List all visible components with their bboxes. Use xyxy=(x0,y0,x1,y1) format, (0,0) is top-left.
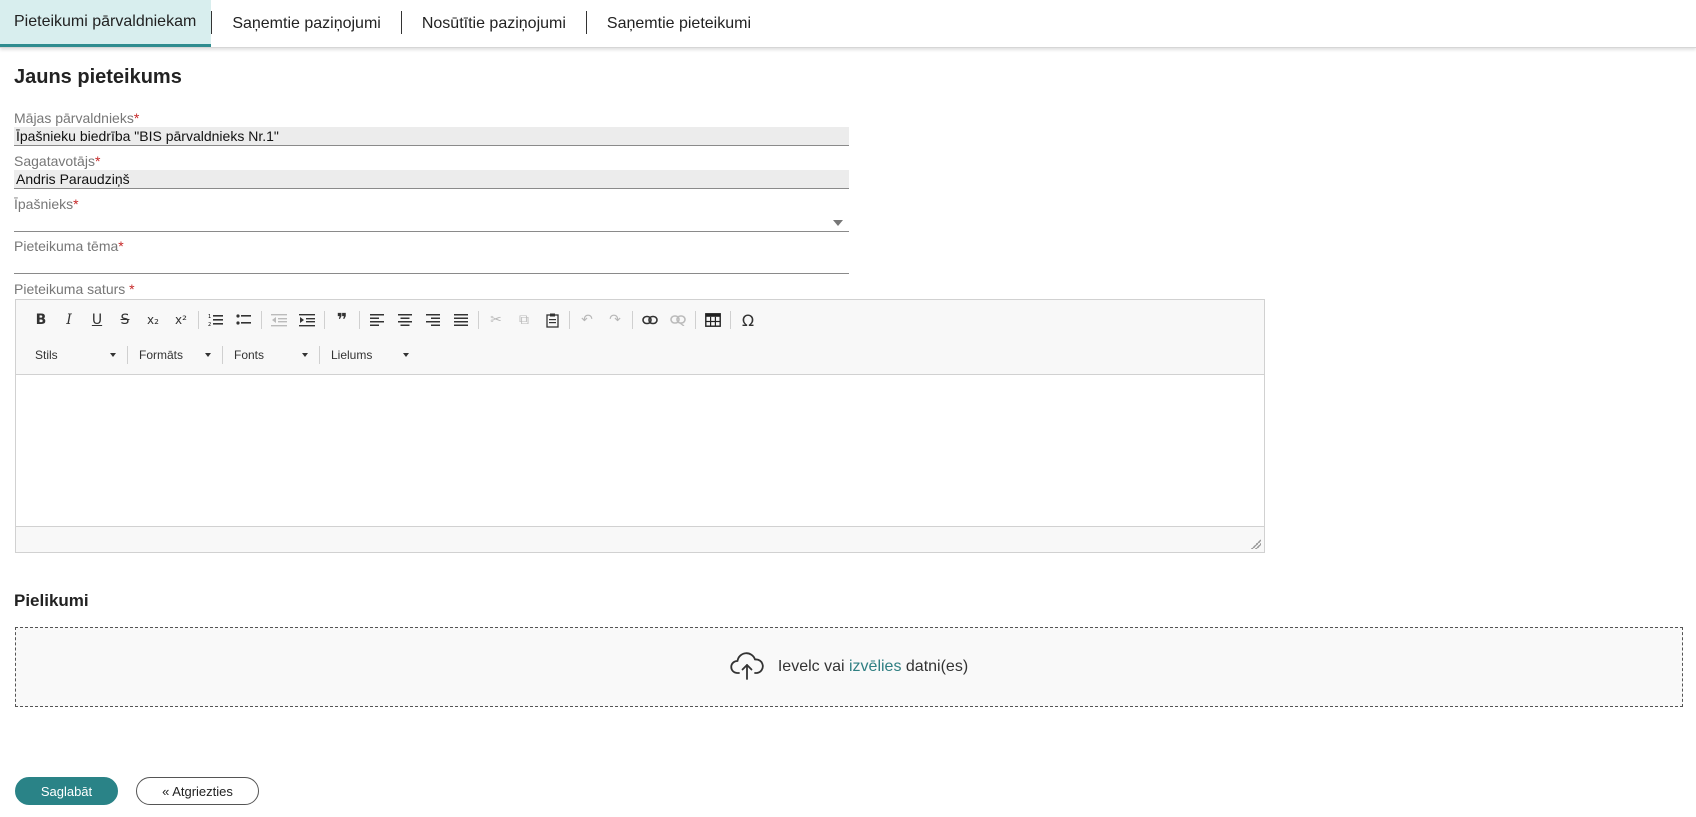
blockquote-icon[interactable]: ❞ xyxy=(328,308,356,332)
chevron-down-icon xyxy=(302,353,308,357)
toolbar-divider xyxy=(730,311,731,329)
required-mark: * xyxy=(94,153,101,169)
required-mark: * xyxy=(118,238,124,254)
bullet-list-icon[interactable] xyxy=(230,308,258,332)
manager-label: Mājas pārvaldnieks xyxy=(14,110,134,126)
owner-select[interactable] xyxy=(14,213,849,232)
subject-field: Pieteikuma tēma* xyxy=(14,238,849,274)
toolbar-row-combos: Stils Formāts Fonts Lielums xyxy=(27,343,417,367)
toolbar-divider xyxy=(319,346,320,364)
style-combo-label: Stils xyxy=(35,348,58,362)
rich-text-editor: B I U S x₂ x² 12 ❞ ✂ ⧉ ↶ ↷ Ω Stils Formā… xyxy=(15,299,1265,553)
attachments-title: Pielikumi xyxy=(14,591,89,610)
toolbar-divider xyxy=(695,311,696,329)
dropzone-prefix: Ievelc vai xyxy=(777,658,849,675)
toolbar-divider xyxy=(222,346,223,364)
owner-label: Īpašnieks xyxy=(14,196,74,212)
back-button[interactable]: « Atgriezties xyxy=(136,777,259,805)
table-icon[interactable] xyxy=(699,308,727,332)
page-title: Jauns pieteikums xyxy=(14,66,182,88)
chevron-down-icon xyxy=(205,353,211,357)
toolbar-divider xyxy=(198,311,199,329)
font-combo-label: Fonts xyxy=(234,348,265,362)
preparer-input[interactable]: Andris Paraudziņš xyxy=(14,170,849,189)
content-label: Pieteikuma saturs xyxy=(14,281,126,297)
tab-received-requests[interactable]: Saņemtie pieteikumi xyxy=(587,0,771,47)
link-icon[interactable] xyxy=(636,308,664,332)
cloud-upload-icon xyxy=(730,651,764,684)
chevron-down-icon xyxy=(403,353,409,357)
svg-text:1: 1 xyxy=(208,314,211,320)
cut-icon[interactable]: ✂ xyxy=(482,308,510,332)
toolbar-row-buttons: B I U S x₂ x² 12 ❞ ✂ ⧉ ↶ ↷ Ω xyxy=(27,308,762,332)
preparer-label: Sagatavotājs xyxy=(14,153,95,169)
justify-icon[interactable] xyxy=(447,308,475,332)
required-mark: * xyxy=(129,281,135,297)
toolbar-divider xyxy=(261,311,262,329)
align-left-icon[interactable] xyxy=(363,308,391,332)
tab-sent-notices[interactable]: Nosūtītie paziņojumi xyxy=(402,0,586,47)
dropdown-arrow-icon xyxy=(833,220,843,226)
toolbar-divider xyxy=(478,311,479,329)
toolbar-divider xyxy=(569,311,570,329)
paste-icon[interactable] xyxy=(538,308,566,332)
toolbar-divider xyxy=(127,346,128,364)
manager-field: Mājas pārvaldnieks* Īpašnieku biedrība "… xyxy=(14,110,849,146)
chevron-down-icon xyxy=(110,353,116,357)
required-mark: * xyxy=(73,196,79,212)
unlink-icon[interactable] xyxy=(664,308,692,332)
subscript-icon[interactable]: x₂ xyxy=(139,308,167,332)
underline-icon[interactable]: U xyxy=(83,308,111,332)
manager-input[interactable]: Īpašnieku biedrība "BIS pārvaldnieks Nr.… xyxy=(14,127,849,146)
content-field: Pieteikuma saturs * xyxy=(14,281,849,298)
editor-content-area[interactable] xyxy=(16,375,1264,527)
bold-icon[interactable]: B xyxy=(27,308,55,332)
toolbar-divider xyxy=(632,311,633,329)
tab-received-notices[interactable]: Saņemtie paziņojumi xyxy=(212,0,401,47)
required-mark: * xyxy=(133,110,140,126)
format-combo-label: Formāts xyxy=(139,348,184,362)
superscript-icon[interactable]: x² xyxy=(167,308,195,332)
subject-input[interactable] xyxy=(14,255,849,274)
copy-icon[interactable]: ⧉ xyxy=(510,308,538,332)
toolbar-divider xyxy=(324,311,325,329)
subject-label: Pieteikuma tēma xyxy=(14,238,119,254)
indent-icon[interactable] xyxy=(293,308,321,332)
strikethrough-icon[interactable]: S xyxy=(111,308,139,332)
italic-icon[interactable]: I xyxy=(55,308,83,332)
editor-toolbar: B I U S x₂ x² 12 ❞ ✂ ⧉ ↶ ↷ Ω Stils Formā… xyxy=(16,300,1264,375)
owner-field: Īpašnieks* xyxy=(14,196,849,232)
toolbar-divider xyxy=(359,311,360,329)
undo-icon[interactable]: ↶ xyxy=(573,308,601,332)
style-combo[interactable]: Stils xyxy=(27,343,124,367)
size-combo-label: Lielums xyxy=(331,348,373,362)
choose-files-link[interactable]: izvēlies xyxy=(849,658,901,675)
resize-handle-icon[interactable] xyxy=(1251,539,1261,549)
format-combo[interactable]: Formāts xyxy=(131,343,219,367)
file-dropzone[interactable]: Ievelc vai izvēlies datni(es) xyxy=(15,627,1683,707)
preparer-field: Sagatavotājs* Andris Paraudziņš xyxy=(14,153,849,189)
outdent-icon[interactable] xyxy=(265,308,293,332)
align-right-icon[interactable] xyxy=(419,308,447,332)
align-center-icon[interactable] xyxy=(391,308,419,332)
special-character-icon[interactable]: Ω xyxy=(734,308,762,332)
redo-icon[interactable]: ↷ xyxy=(601,308,629,332)
numbered-list-icon[interactable]: 12 xyxy=(202,308,230,332)
save-button[interactable]: Saglabāt xyxy=(15,777,118,805)
dropzone-suffix: datni(es) xyxy=(901,658,969,675)
dropzone-text: Ievelc vai izvēlies datni(es) xyxy=(778,658,968,676)
size-combo[interactable]: Lielums xyxy=(323,343,417,367)
editor-status-bar xyxy=(16,527,1264,552)
tab-bar: Pieteikumi pārvaldniekam Saņemtie paziņo… xyxy=(0,0,1696,48)
tab-requests-to-manager[interactable]: Pieteikumi pārvaldniekam xyxy=(0,0,212,47)
font-combo[interactable]: Fonts xyxy=(226,343,316,367)
svg-text:2: 2 xyxy=(208,322,211,327)
